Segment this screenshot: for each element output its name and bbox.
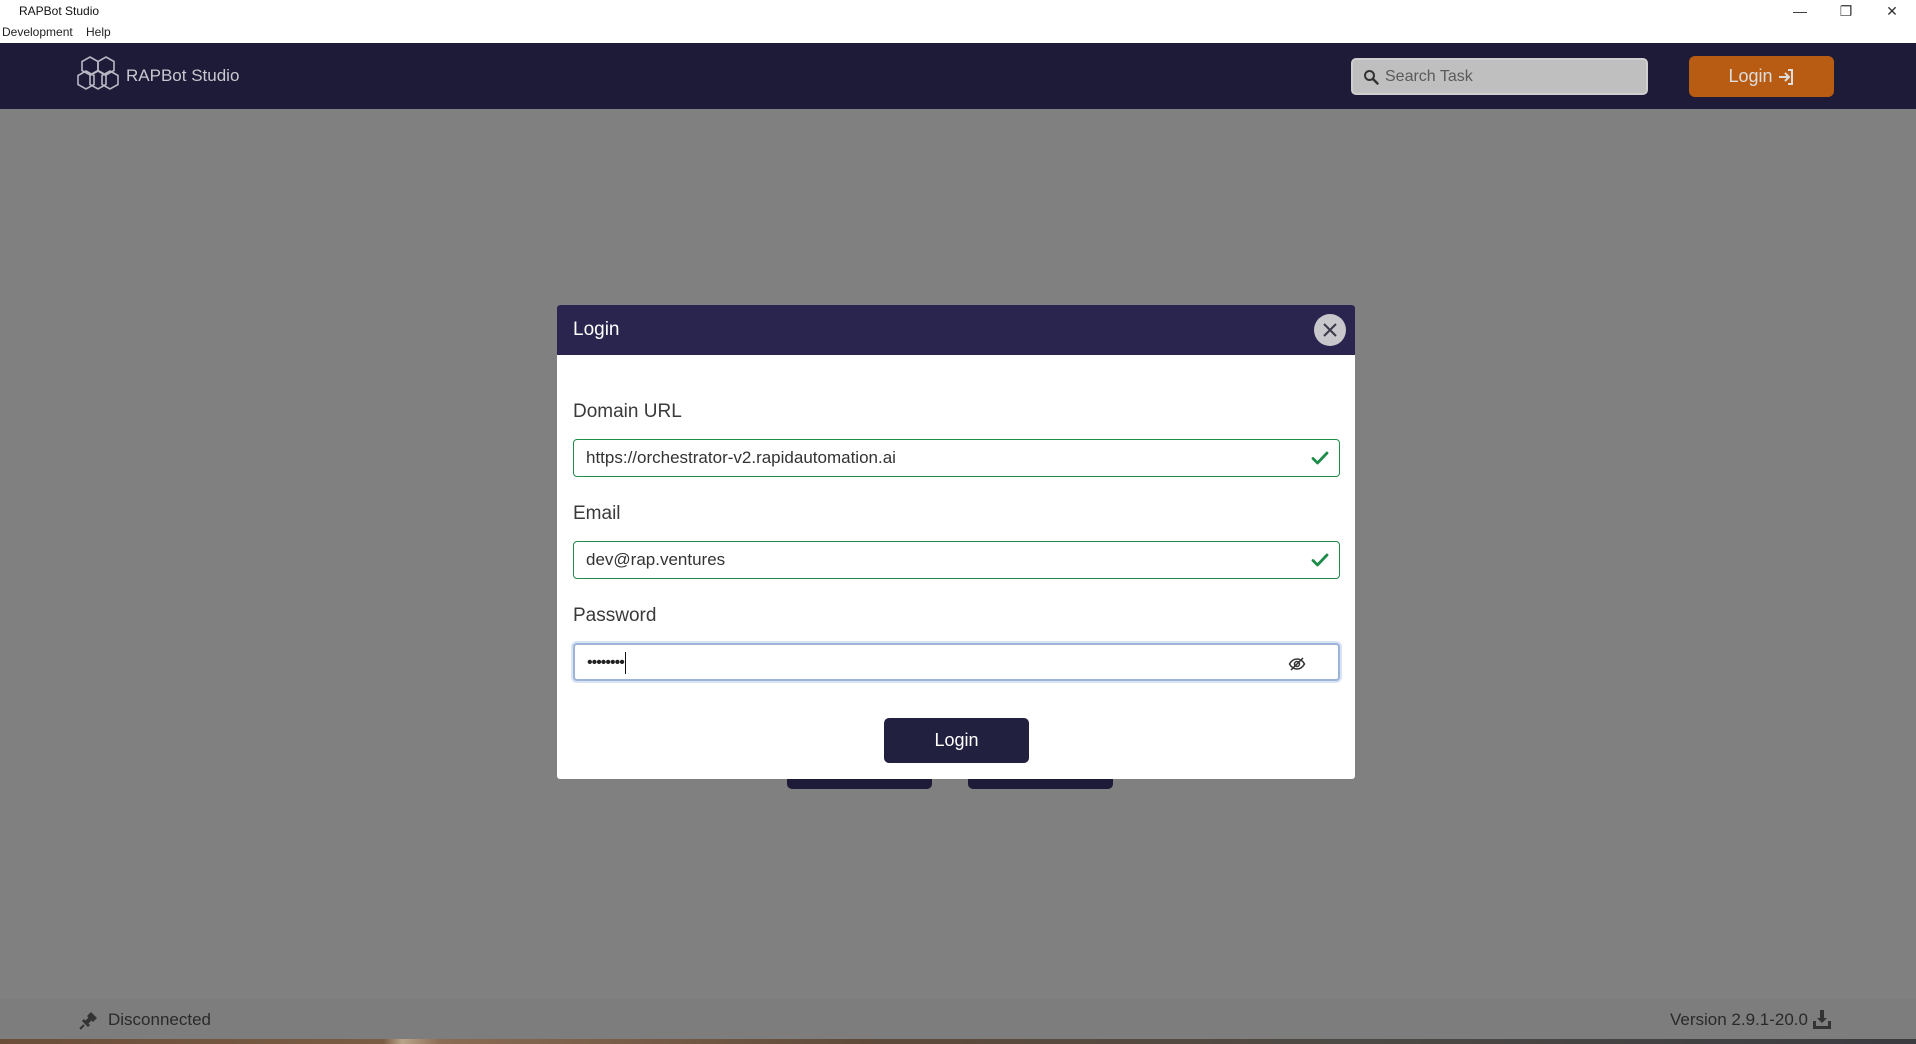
close-icon [1323,323,1337,337]
header-login-button[interactable]: Login [1689,56,1834,97]
search-icon [1364,70,1379,85]
login-dialog: Login Domain URL Email Password ••••••••… [557,305,1355,779]
login-arrow-icon [1778,68,1793,85]
email-field[interactable] [573,541,1340,579]
header-login-label: Login [1728,66,1773,86]
dialog-login-button[interactable]: Login [884,718,1029,763]
domain-url-field[interactable] [573,439,1340,477]
menubar: Development Help [0,22,1916,43]
logo-hexagon-icon [77,56,119,90]
password-label: Password [573,605,657,626]
dialog-title: Login [573,319,620,340]
search-box[interactable] [1351,58,1648,95]
window-title: RAPBot Studio [19,4,100,18]
dialog-header: Login [557,305,1355,355]
brand-name: RAPBot Studio [126,66,240,85]
search-input[interactable] [1385,60,1640,93]
download-icon[interactable] [1812,1009,1832,1029]
eye-off-icon[interactable] [1288,655,1306,673]
password-mask: •••••••• [587,654,625,672]
email-input[interactable] [586,542,1286,577]
window-close-button[interactable]: ✕ [1869,0,1915,22]
window-titlebar: RAPBot Studio — ❐ ✕ [0,0,1916,22]
app-version: Version 2.9.1-20.0 [1670,1010,1808,1029]
password-input[interactable]: •••••••• [587,652,626,674]
email-label: Email [573,503,621,524]
domain-url-input[interactable] [586,440,1286,475]
text-cursor [624,652,626,674]
minimize-button[interactable]: — [1777,0,1823,22]
domain-url-label: Domain URL [573,401,682,422]
menu-development[interactable]: Development [2,25,73,39]
password-field[interactable]: •••••••• [573,643,1340,681]
check-icon [1311,451,1329,465]
maximize-button[interactable]: ❐ [1823,0,1869,22]
dialog-close-button[interactable] [1314,314,1346,346]
taskbar-strip [0,1039,1916,1044]
app-header: RAPBot Studio Login [0,43,1916,109]
check-icon [1311,553,1329,567]
connection-status: Disconnected [108,1010,212,1029]
menu-help[interactable]: Help [86,25,111,39]
plug-icon [79,1012,97,1030]
status-bar: Disconnected Version 2.9.1-20.0 [0,999,1916,1039]
